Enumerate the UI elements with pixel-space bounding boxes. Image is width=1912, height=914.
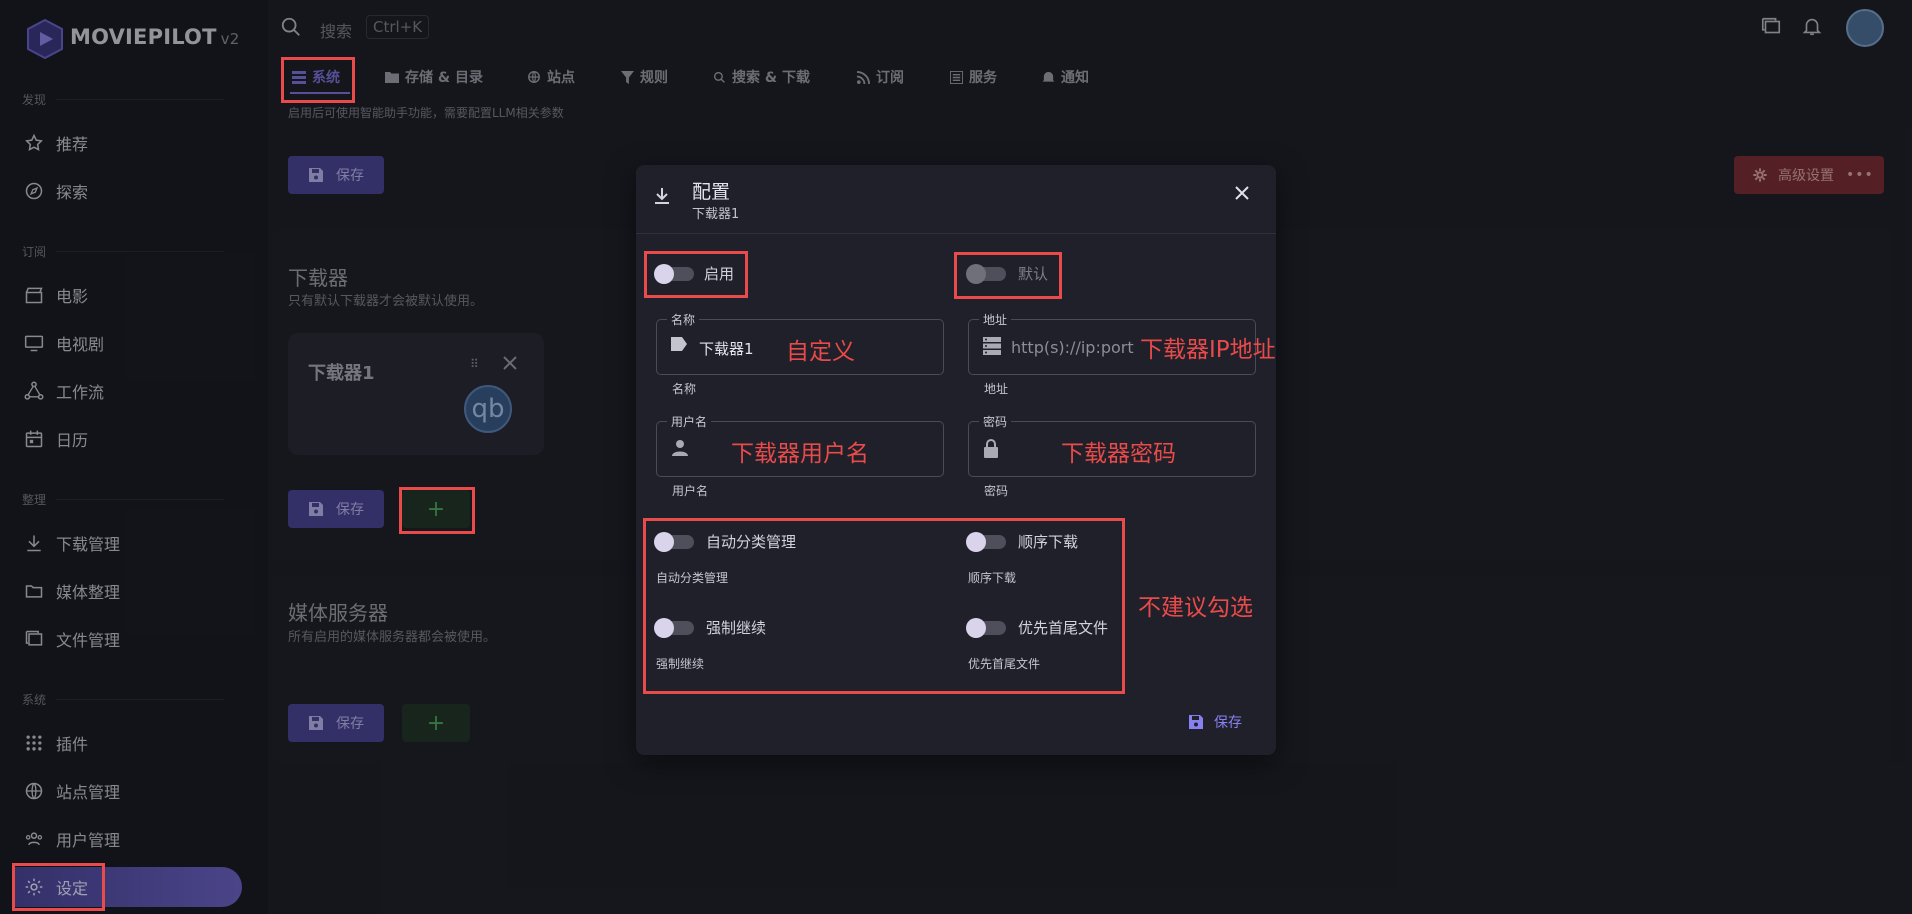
field-label: 名称	[667, 311, 700, 328]
password-hint: 密码	[984, 484, 1009, 498]
field-label: 地址	[979, 311, 1012, 328]
name-hint: 名称	[672, 382, 697, 396]
name-value: 下载器1	[699, 340, 754, 358]
floppy-icon	[1188, 714, 1204, 730]
dialog-save-button[interactable]: 保存	[1188, 712, 1242, 732]
annotation-username: 下载器用户名	[731, 441, 869, 467]
save-label: 保存	[1214, 715, 1242, 731]
close-icon[interactable]	[1234, 185, 1250, 205]
server-icon	[983, 337, 1001, 355]
lock-icon	[983, 439, 999, 459]
host-hint: 地址	[984, 382, 1009, 396]
highlight-box	[12, 863, 105, 911]
highlight-box	[954, 252, 1062, 299]
download-icon	[654, 187, 670, 209]
annotation-host: 下载器IP地址	[1140, 337, 1276, 363]
username-hint: 用户名	[672, 484, 709, 498]
user-icon	[671, 439, 689, 457]
host-input[interactable]: http(s)://ip:port	[1011, 338, 1134, 357]
highlight-box	[281, 57, 355, 103]
highlight-box	[399, 487, 475, 534]
highlight-box	[644, 251, 748, 298]
field-label: 密码	[979, 413, 1012, 430]
tag-icon	[671, 337, 687, 351]
dialog-subtitle: 下载器1	[692, 207, 740, 222]
field-label: 用户名	[667, 413, 712, 430]
divider	[636, 233, 1276, 234]
dialog-title: 配置	[692, 181, 731, 203]
annotation-password: 下载器密码	[1061, 441, 1176, 467]
highlight-box	[643, 518, 1125, 694]
annotation-name: 自定义	[786, 339, 855, 365]
annotation-options: 不建议勾选	[1138, 595, 1253, 621]
